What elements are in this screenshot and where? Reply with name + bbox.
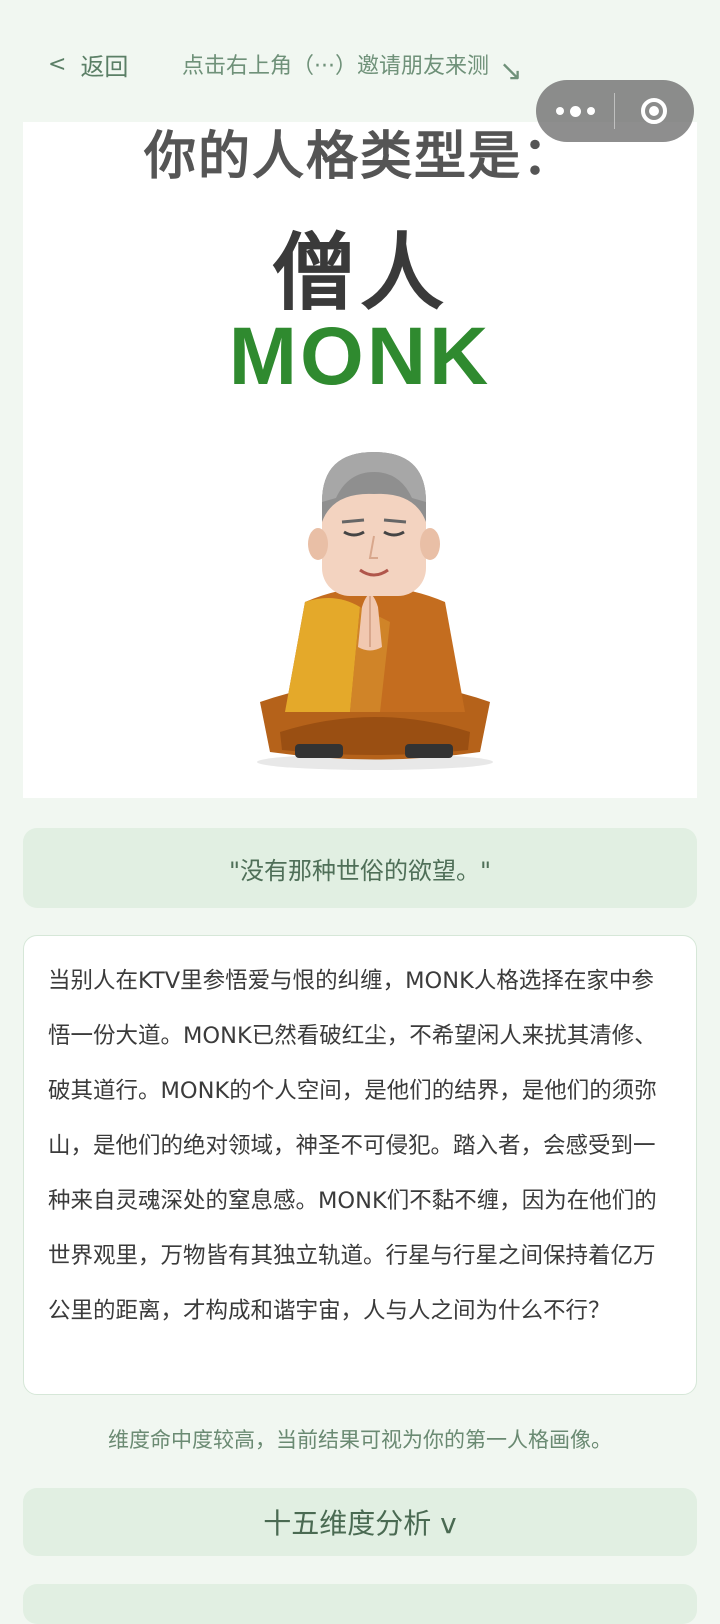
arrow-down-right-icon: ↘: [498, 53, 523, 87]
match-note: 维度命中度较高，当前结果可视为你的第一人格画像。: [108, 1428, 612, 1452]
result-hero-image: 你的人格类型是： 僧人 MONK: [23, 122, 697, 798]
more-dots-icon[interactable]: [536, 80, 614, 142]
type-name: 僧人: [271, 224, 448, 322]
share-hint-text: 点击右上角（···）邀请朋友来测: [182, 54, 489, 79]
back-button[interactable]: < 返回: [48, 44, 128, 84]
back-label: 返回: [80, 52, 129, 81]
type-quote: "没有那种世俗的欲望。": [23, 828, 697, 908]
type-english-name: MONK: [228, 311, 492, 402]
mini-program-capsule: [536, 80, 694, 142]
type-description: 当别人在KTV里参悟爱与恨的纠缠，MONK人格选择在家中参悟一份大道。MONK已…: [23, 935, 697, 1395]
dimension-analysis-button[interactable]: 十五维度分析 v: [23, 1488, 697, 1556]
monk-illustration: [257, 452, 493, 770]
next-section-card: [23, 1584, 697, 1624]
share-hint: 点击右上角（···）邀请朋友来测 ↘: [182, 44, 523, 87]
target-close-icon[interactable]: [615, 80, 693, 142]
back-chevron-icon: <: [48, 51, 67, 77]
